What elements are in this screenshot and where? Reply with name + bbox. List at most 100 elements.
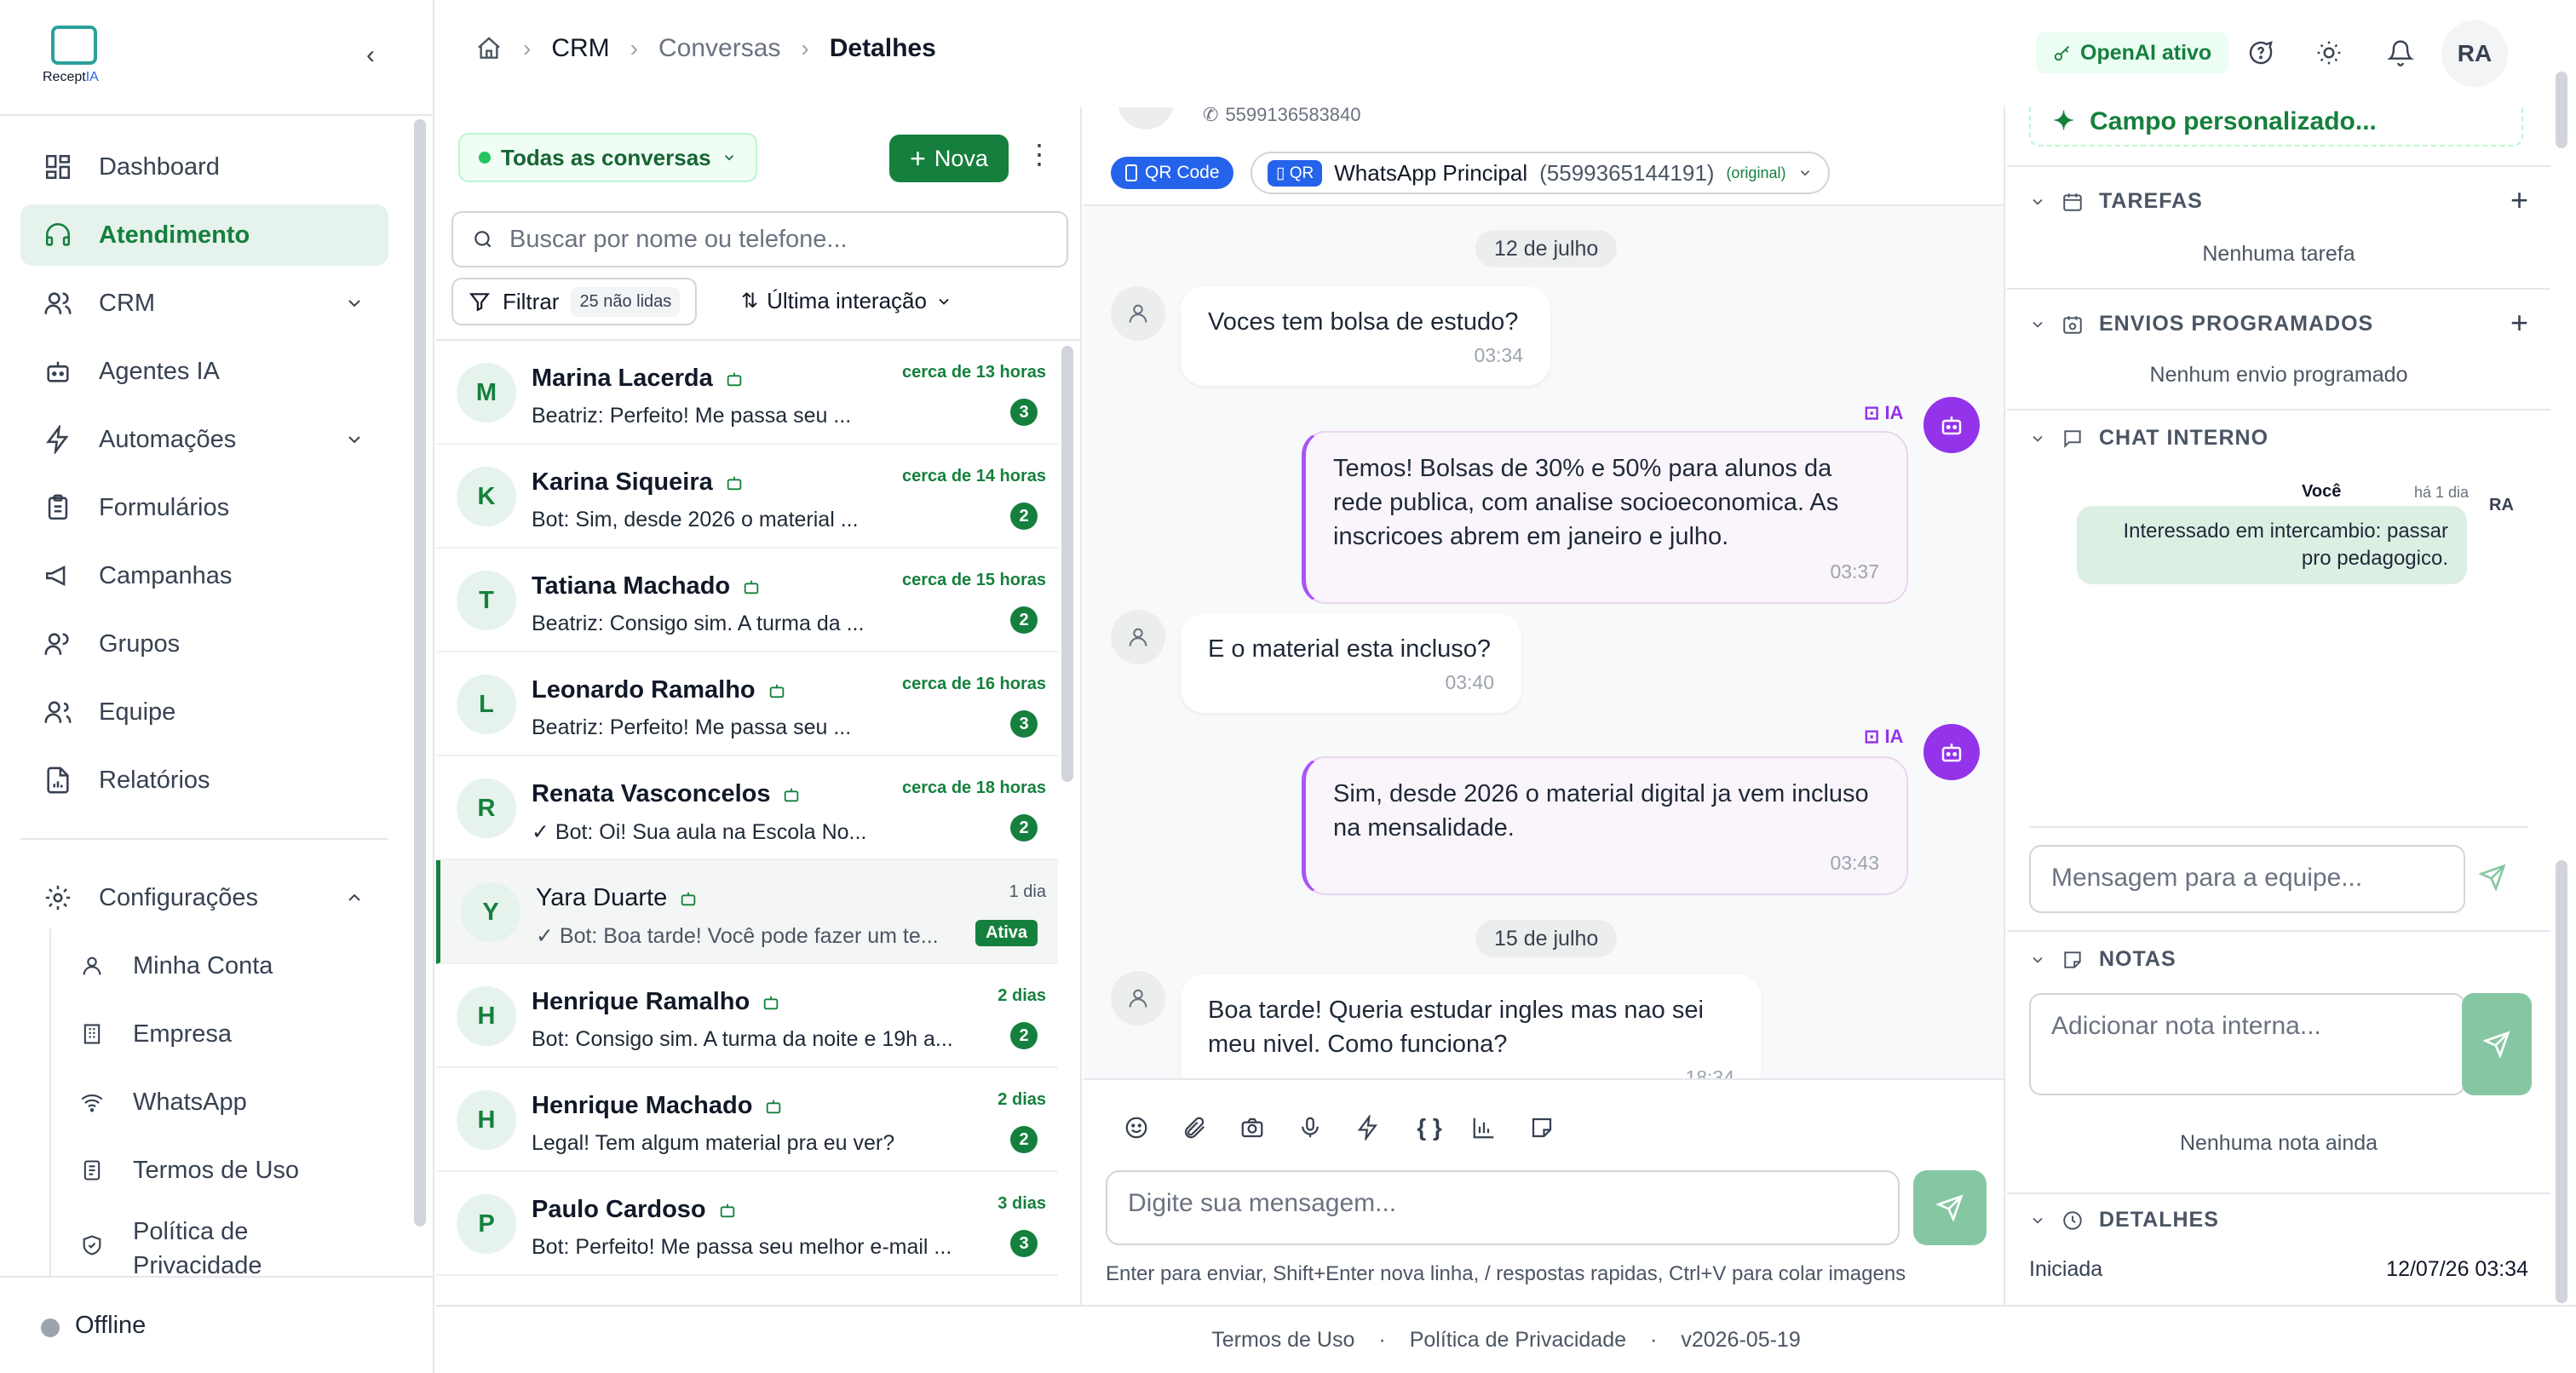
sidebar-item-grupos[interactable]: Grupos xyxy=(20,613,388,675)
conversation-item[interactable]: H Henrique Machado Legal! Tem algum mate… xyxy=(436,1068,1058,1172)
conversation-filter-label: Todas as conversas xyxy=(501,144,711,170)
filter-button[interactable]: Filtrar 25 não lidas xyxy=(451,278,698,325)
chevron-down-icon xyxy=(344,293,365,313)
section-envios-programados[interactable]: ENVIOS PROGRAMADOS xyxy=(2029,312,2373,336)
footer-terms-link[interactable]: Termos de Uso xyxy=(1211,1328,1354,1353)
conversation-item[interactable]: M Marina Lacerda Beatriz: Perfeito! Me p… xyxy=(436,341,1058,445)
conversation-item[interactable]: H Henrique Ramalho Bot: Consigo sim. A t… xyxy=(436,964,1058,1068)
custom-field-label: Campo personalizado... xyxy=(2090,107,2377,135)
conversation-item[interactable]: L Leonardo Ramalho Beatriz: Perfeito! Me… xyxy=(436,652,1058,756)
variables-icon[interactable]: { } xyxy=(1406,1111,1453,1145)
sidebar-subitem-politica[interactable]: Política de Privacidade xyxy=(77,1208,320,1284)
sidebar-item-equipe[interactable]: Equipe xyxy=(20,681,388,743)
note-input[interactable]: Adicionar nota interna... xyxy=(2029,993,2465,1095)
section-notas[interactable]: NOTAS xyxy=(2029,947,2176,972)
list-scrollbar[interactable] xyxy=(1061,346,1073,782)
sidebar-item-formularios[interactable]: Formulários xyxy=(20,477,388,538)
internal-message-author: Você xyxy=(2302,482,2342,501)
home-icon[interactable] xyxy=(475,35,503,62)
sidebar-item-atendimento[interactable]: Atendimento xyxy=(20,204,388,266)
unread-badge: 3 xyxy=(1010,399,1038,426)
zap-icon xyxy=(41,422,75,457)
search-input[interactable]: Buscar por nome ou telefone... xyxy=(451,211,1068,267)
sidebar-subitem-whatsapp[interactable]: WhatsApp xyxy=(77,1071,247,1133)
message-preview: ✓ Bot: Oi! Sua aula na Escola No... xyxy=(532,820,867,844)
sort-select[interactable]: ⇅ Última interação xyxy=(741,288,952,314)
search-placeholder: Buscar por nome ou telefone... xyxy=(509,225,848,253)
details-scrollbar-top[interactable] xyxy=(2556,72,2567,148)
details-scrollbar[interactable] xyxy=(2556,860,2567,1303)
message-preview: ✓ Bot: Boa tarde! Você pode fazer um te.… xyxy=(536,924,939,948)
add-task-icon[interactable]: + xyxy=(2510,182,2528,218)
add-custom-field-button[interactable]: ✦ Campo personalizado... xyxy=(2029,107,2523,146)
message-input[interactable]: Digite sua mensagem... xyxy=(1106,1170,1900,1245)
conversation-item[interactable]: K Karina Siqueira Bot: Sim, desde 2026 o… xyxy=(436,445,1058,549)
status-label[interactable]: Offline xyxy=(75,1312,146,1340)
message-text: E o material esta incluso? xyxy=(1208,635,1492,663)
users-icon xyxy=(41,627,75,661)
paperclip-icon[interactable] xyxy=(1177,1111,1211,1145)
collapse-sidebar-icon[interactable]: ‹ xyxy=(366,41,375,70)
logo[interactable]: ReceptIA xyxy=(43,26,111,87)
add-scheduled-icon[interactable]: + xyxy=(2510,305,2528,341)
search-icon xyxy=(472,228,494,250)
sidebar-subitem-empresa[interactable]: Empresa xyxy=(77,1003,232,1065)
bot-icon xyxy=(742,577,761,596)
zap-icon[interactable] xyxy=(1351,1111,1385,1145)
contact-name: Karina Siqueira xyxy=(532,468,713,496)
chat-header: ✆ 5599136583840 QR Code ▯ QR WhatsApp Pri… xyxy=(1084,107,2004,206)
conversation-item[interactable]: R Renata Vasconcelos ✓ Bot: Oi! Sua aula… xyxy=(436,756,1058,860)
user-avatar[interactable]: RA xyxy=(2441,20,2508,87)
internal-send-icon[interactable] xyxy=(2479,864,2506,891)
section-detalhes[interactable]: DETALHES xyxy=(2029,1208,2219,1232)
openai-status-badge[interactable]: OpenAI ativo xyxy=(2036,32,2229,73)
sidebar-scrollbar[interactable] xyxy=(414,119,426,1227)
section-chat-interno[interactable]: CHAT INTERNO xyxy=(2029,426,2268,451)
sidebar-item-crm[interactable]: CRM xyxy=(20,273,388,334)
conversation-item[interactable]: T Tatiana Machado Beatriz: Consigo sim. … xyxy=(436,549,1058,652)
conversation-item-active[interactable]: Y Yara Duarte ✓ Bot: Boa tarde! Você pod… xyxy=(436,860,1058,964)
contact-avatar: R xyxy=(457,778,516,838)
emoji-icon[interactable] xyxy=(1119,1111,1153,1145)
send-button[interactable] xyxy=(1913,1170,1987,1245)
sticky-note-icon[interactable] xyxy=(1525,1111,1559,1145)
add-note-button[interactable] xyxy=(2462,993,2532,1095)
breadcrumb-conversas[interactable]: Conversas xyxy=(658,34,780,63)
whatsapp-instance-select[interactable]: ▯ QR WhatsApp Principal (5599365144191) … xyxy=(1251,152,1831,194)
sidebar-item-relatorios[interactable]: Relatórios xyxy=(20,750,388,811)
chevron-down-icon xyxy=(344,429,365,450)
camera-icon[interactable] xyxy=(1235,1111,1269,1145)
sidebar-item-campanhas[interactable]: Campanhas xyxy=(20,545,388,606)
sidebar-subitem-label: WhatsApp xyxy=(133,1088,247,1116)
sidebar-item-agentes-ia[interactable]: Agentes IA xyxy=(20,341,388,402)
bar-chart-icon[interactable] xyxy=(1467,1111,1501,1145)
sidebar-item-automacoes[interactable]: Automações xyxy=(20,409,388,470)
user-icon xyxy=(77,951,107,981)
conversation-item[interactable]: P Paulo Cardoso Bot: Perfeito! Me passa … xyxy=(436,1172,1058,1276)
sun-icon[interactable] xyxy=(2312,36,2346,70)
conversation-list-panel: Todas as conversas + Nova ⋮ Buscar por n… xyxy=(436,107,1082,1305)
section-tarefas[interactable]: TAREFAS xyxy=(2029,189,2203,214)
more-options-icon[interactable]: ⋮ xyxy=(1026,138,1053,170)
breadcrumb-detalhes: Detalhes xyxy=(829,34,936,62)
internal-avatar: RA xyxy=(2489,496,2514,514)
chevron-down-icon xyxy=(2029,430,2046,447)
sidebar-item-configuracoes[interactable]: Configurações xyxy=(20,867,388,928)
help-icon[interactable] xyxy=(2244,36,2278,70)
footer-privacy-link[interactable]: Política de Privacidade xyxy=(1410,1328,1626,1353)
wifi-icon xyxy=(77,1087,107,1117)
chevron-right-icon: › xyxy=(630,35,638,61)
footer-version: v2026-05-19 xyxy=(1681,1327,1801,1352)
internal-message-input[interactable]: Mensagem para a equipe... xyxy=(2029,845,2465,913)
sidebar-subitem-termos[interactable]: Termos de Uso xyxy=(77,1140,299,1201)
sidebar-subitem-minha-conta[interactable]: Minha Conta xyxy=(77,935,273,997)
conversation-time: 2 dias xyxy=(998,1090,1046,1109)
filter-status-dot xyxy=(479,152,491,164)
bell-icon[interactable] xyxy=(2383,36,2418,70)
microphone-icon[interactable] xyxy=(1293,1111,1327,1145)
new-conversation-button[interactable]: + Nova xyxy=(889,135,1009,182)
sidebar-item-dashboard[interactable]: Dashboard xyxy=(20,136,388,198)
breadcrumb-crm[interactable]: CRM xyxy=(551,34,609,63)
scheduled-empty: Nenhum envio programado xyxy=(2149,363,2408,387)
conversation-filter-select[interactable]: Todas as conversas xyxy=(458,133,757,182)
